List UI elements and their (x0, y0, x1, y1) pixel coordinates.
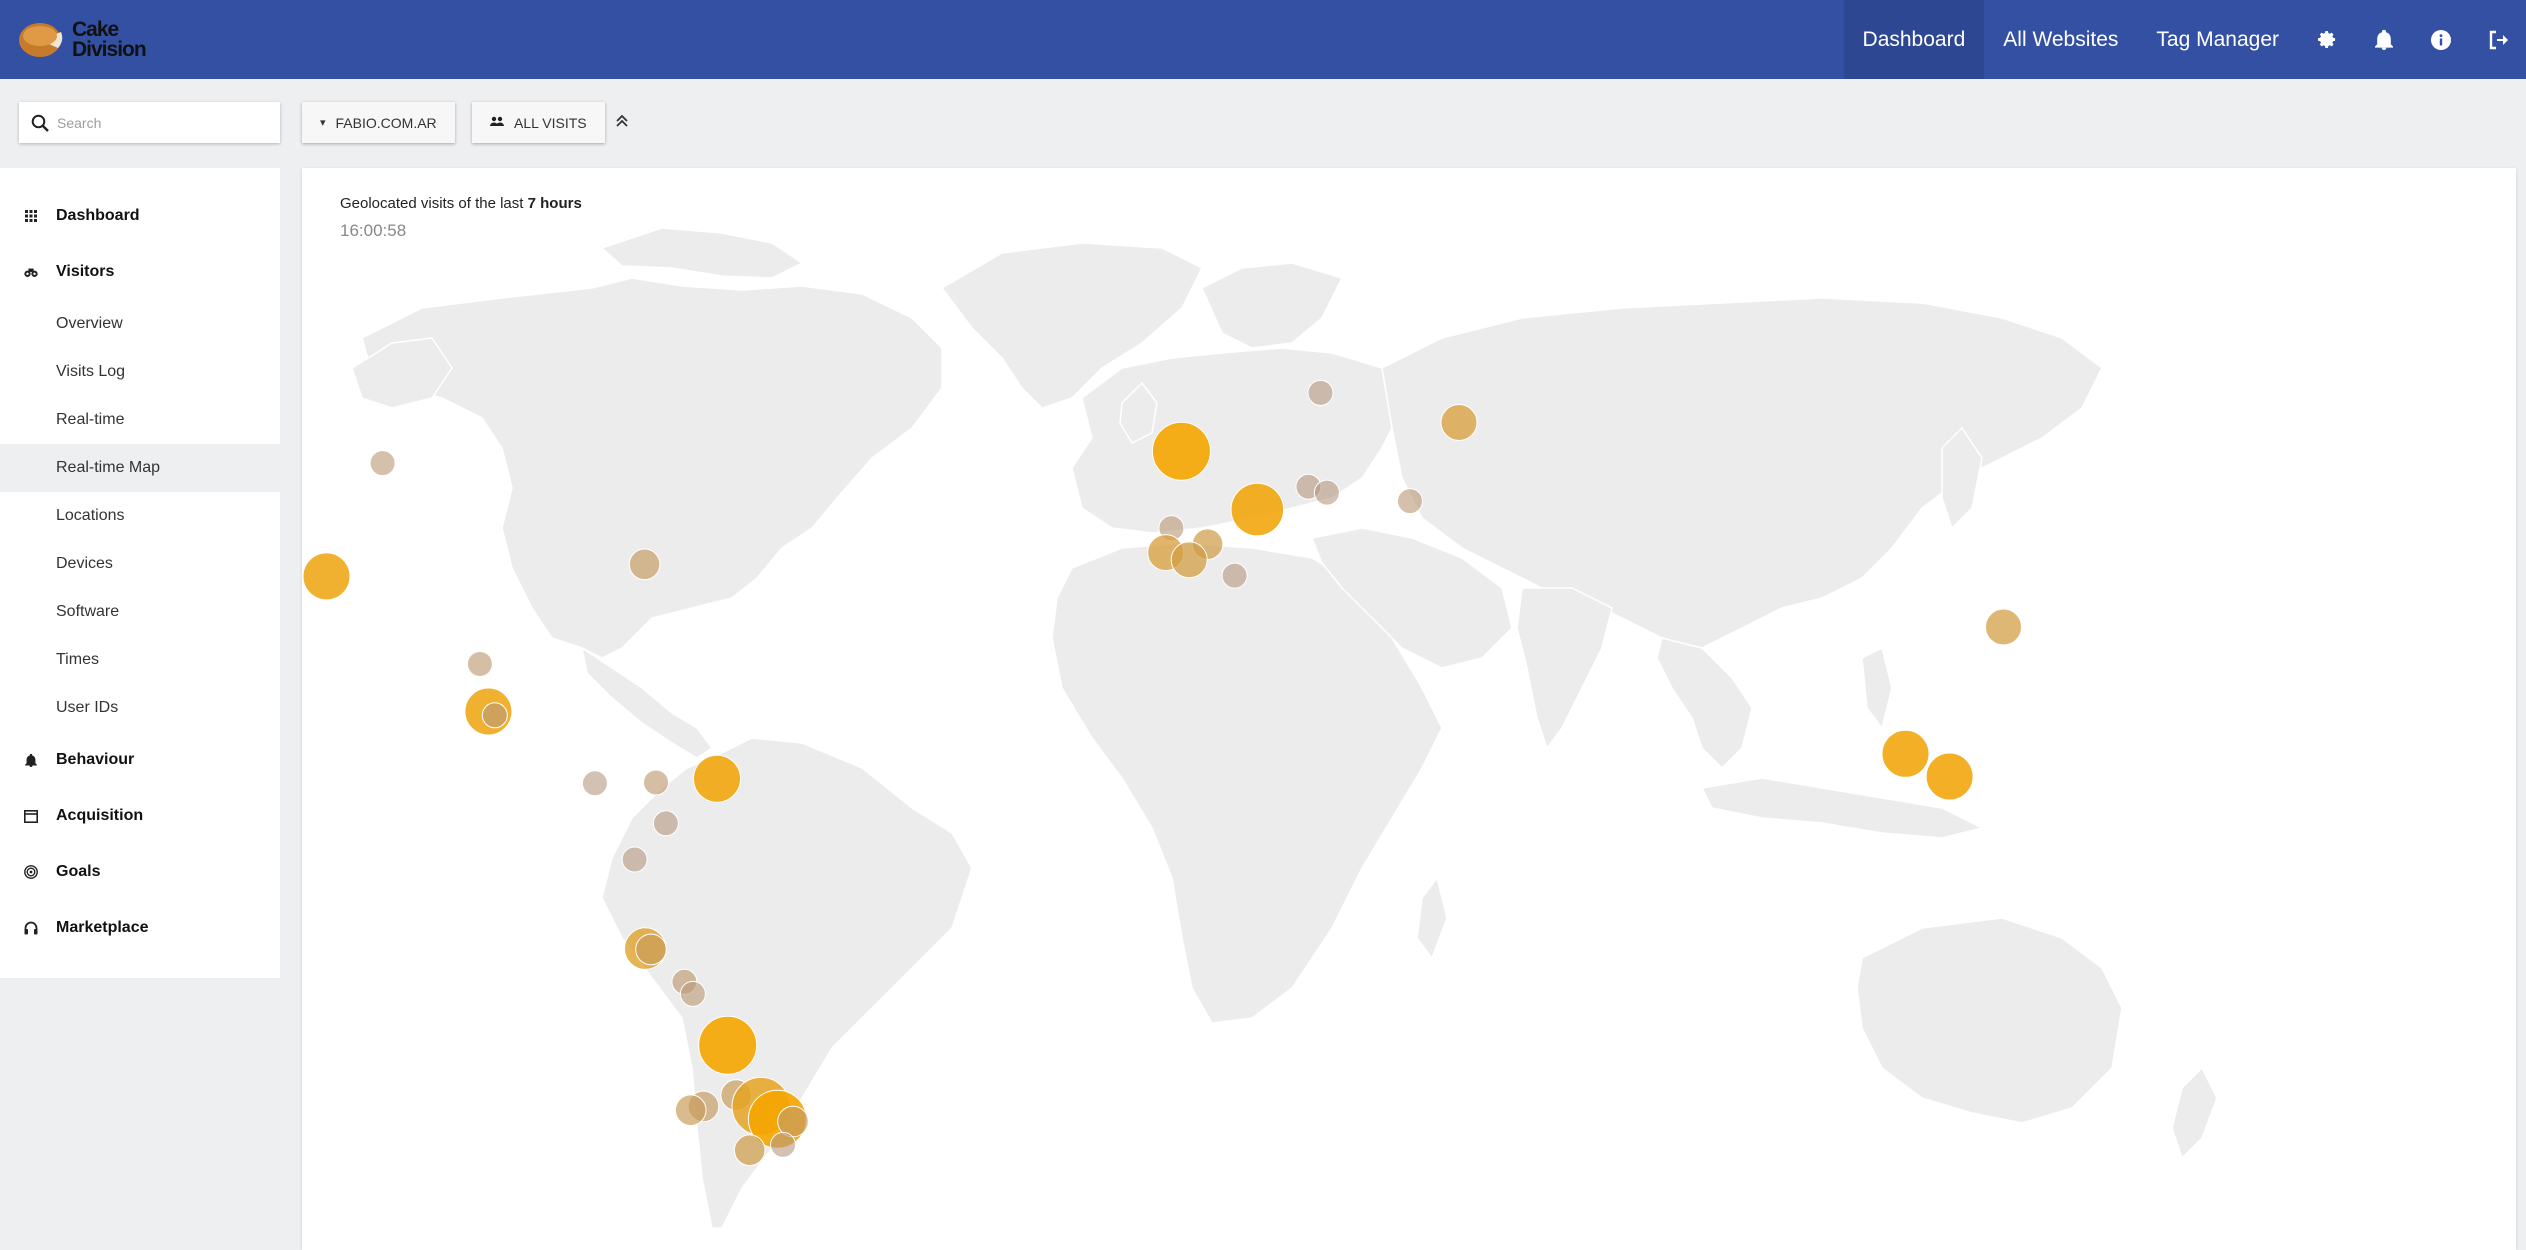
sidebar-section-visitors[interactable]: Visitors (0, 244, 280, 300)
visit-marker[interactable] (628, 548, 661, 581)
visit-marker[interactable] (693, 754, 741, 803)
logout-icon[interactable] (2469, 0, 2526, 79)
visit-marker[interactable] (621, 846, 648, 873)
nav-tag-manager[interactable]: Tag Manager (2137, 0, 2298, 79)
new-zealand-landmass (2171, 1066, 2218, 1160)
visit-marker[interactable] (698, 1015, 758, 1075)
target-icon (24, 865, 38, 879)
visit-marker[interactable] (302, 552, 351, 601)
collapse-toolbar-button[interactable] (611, 110, 633, 132)
visit-marker[interactable] (581, 770, 608, 797)
double-chevron-up-icon (616, 114, 628, 127)
sidebar-section-acquisition[interactable]: Acquisition (0, 788, 280, 844)
scandinavia-landmass (1201, 262, 1344, 349)
world-map[interactable] (302, 168, 2516, 1250)
visit-marker[interactable] (1151, 421, 1211, 481)
visit-marker[interactable] (1925, 752, 1974, 801)
segment-selector-button[interactable]: ALL VISITS (472, 102, 605, 143)
visit-marker[interactable] (1221, 562, 1248, 589)
search-icon (31, 114, 49, 132)
bell-icon[interactable] (2355, 0, 2412, 79)
visit-marker[interactable] (369, 450, 396, 477)
visit-marker[interactable] (1440, 404, 1478, 441)
world-land (351, 227, 2218, 1229)
realtime-map-card: Geolocated visits of the last 7 hours 16… (302, 168, 2516, 1250)
visit-marker[interactable] (770, 1131, 796, 1158)
visit-marker[interactable] (481, 702, 508, 729)
sidebar-item-devices[interactable]: Devices (0, 540, 280, 588)
segment-selector-label: ALL VISITS (514, 114, 587, 131)
sidebar-item-times[interactable]: Times (0, 636, 280, 684)
brand-logo[interactable]: Cake Division (18, 18, 158, 64)
nav-right: Dashboard All Websites Tag Manager (1843, 0, 2526, 79)
visit-marker[interactable] (1230, 482, 1285, 537)
headphones-icon (24, 921, 38, 935)
arctic-islands (600, 227, 804, 279)
southeast-asia-landmass (1656, 637, 1753, 770)
map-heading-prefix: Geolocated visits of the last (340, 195, 524, 212)
visit-marker[interactable] (733, 1134, 766, 1167)
visit-marker[interactable] (1985, 608, 2022, 646)
search-input[interactable] (57, 114, 257, 131)
search-box[interactable] (19, 102, 280, 143)
binoculars-icon (24, 265, 38, 279)
grid-icon (24, 209, 38, 223)
caret-down-icon: ▾ (320, 117, 326, 129)
madagascar-landmass (1416, 876, 1448, 960)
visit-marker[interactable] (1881, 729, 1930, 778)
visit-marker[interactable] (1307, 379, 1334, 406)
cake-logo-icon (19, 23, 63, 57)
nav-dashboard[interactable]: Dashboard (1843, 0, 1985, 79)
sidebar-item-real-time-map[interactable]: Real-time Map (0, 444, 280, 492)
sidebar-item-locations[interactable]: Locations (0, 492, 280, 540)
sidebar-section-label: Acquisition (56, 807, 144, 824)
top-navbar: Cake Division Dashboard All Websites Tag… (0, 0, 2526, 79)
site-selector-label: FABIO.COM.AR (335, 114, 437, 131)
site-selector-button[interactable]: ▾ FABIO.COM.AR (302, 102, 455, 143)
visit-marker[interactable] (1397, 488, 1423, 515)
visit-marker[interactable] (1313, 479, 1340, 506)
users-icon (490, 116, 504, 129)
sidebar-section-label: Behaviour (56, 751, 135, 768)
central-america-landmass (580, 646, 714, 759)
browser-window-icon (24, 809, 38, 823)
sidebar-item-real-time[interactable]: Real-time (0, 396, 280, 444)
sidebar: Dashboard Visitors Overview Visits Log R… (0, 168, 280, 978)
visit-marker[interactable] (1170, 541, 1208, 579)
bell-icon (24, 753, 38, 767)
sidebar-item-visits-log[interactable]: Visits Log (0, 348, 280, 396)
map-heading-period: 7 hours (527, 195, 582, 212)
map-heading: Geolocated visits of the last 7 hours (340, 195, 582, 212)
sidebar-item-user-ids[interactable]: User IDs (0, 684, 280, 732)
visit-marker[interactable] (674, 1094, 707, 1127)
sidebar-section-label: Dashboard (56, 207, 140, 224)
sidebar-section-label: Visitors (56, 263, 115, 280)
philippines-landmass (1861, 646, 1893, 730)
sidebar-section-behaviour[interactable]: Behaviour (0, 732, 280, 788)
visit-marker[interactable] (679, 980, 706, 1007)
visit-marker[interactable] (635, 933, 667, 966)
nav-all-websites[interactable]: All Websites (1984, 0, 2137, 79)
sidebar-section-label: Marketplace (56, 919, 149, 936)
info-icon[interactable] (2412, 0, 2469, 79)
visit-marker[interactable] (643, 769, 669, 796)
north-america-landmass (361, 277, 943, 659)
australia-landmass (1856, 917, 2123, 1124)
sidebar-item-software[interactable]: Software (0, 588, 280, 636)
sidebar-section-marketplace[interactable]: Marketplace (0, 900, 280, 956)
gear-icon[interactable] (2298, 0, 2355, 79)
brand-name: Cake Division (72, 18, 147, 61)
visit-marker[interactable] (652, 810, 679, 837)
visit-marker[interactable] (466, 651, 493, 677)
sidebar-section-goals[interactable]: Goals (0, 844, 280, 900)
india-landmass (1516, 587, 1613, 750)
map-clock: 16:00:58 (340, 221, 407, 240)
sidebar-item-overview[interactable]: Overview (0, 300, 280, 348)
sidebar-section-dashboard[interactable]: Dashboard (0, 188, 280, 244)
sidebar-section-label: Goals (56, 863, 101, 880)
